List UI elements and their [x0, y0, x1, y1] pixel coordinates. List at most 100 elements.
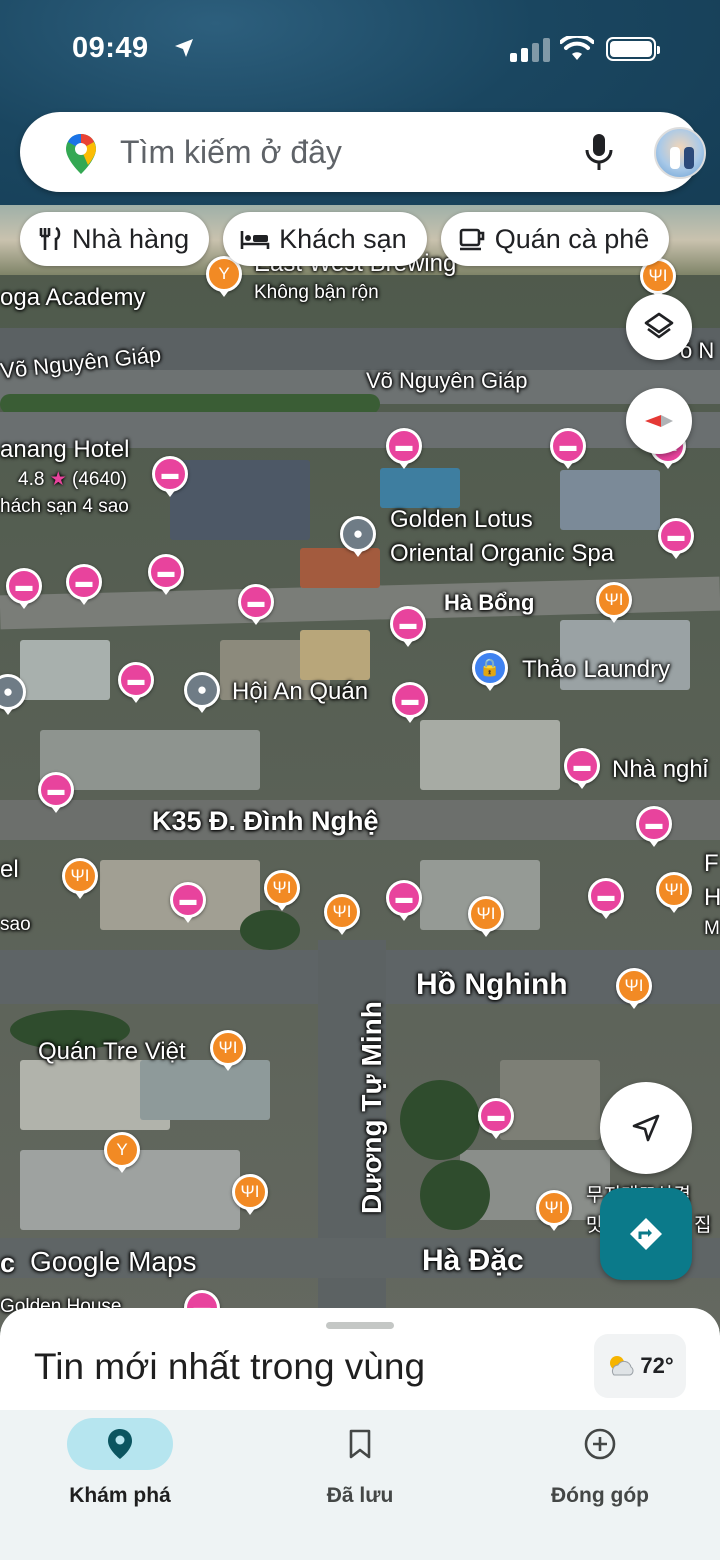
google-maps-logo-icon — [66, 134, 96, 174]
microphone-icon[interactable] — [582, 132, 616, 172]
avatar[interactable] — [654, 127, 706, 179]
bar-pin-icon[interactable]: Y — [104, 1132, 140, 1168]
hotel-pin-icon[interactable]: ▬ — [588, 878, 624, 914]
building — [420, 720, 560, 790]
place-label[interactable]: Thảo Laundry — [522, 656, 670, 684]
hotel-pin-icon[interactable]: ▬ — [386, 880, 422, 916]
restaurant-pin-icon[interactable]: ΨI — [324, 894, 360, 930]
place-label[interactable]: el — [0, 856, 19, 884]
hotel-pin-icon[interactable]: ▬ — [152, 456, 188, 492]
place-pin-icon[interactable]: ● — [184, 672, 220, 708]
hotel-icon — [240, 231, 270, 249]
restaurant-pin-icon[interactable]: ΨI — [210, 1030, 246, 1066]
place-label[interactable]: Nhà nghỉ — [612, 756, 708, 784]
hotel-pin-icon[interactable]: ▬ — [478, 1098, 514, 1134]
restaurant-pin-icon[interactable]: ΨI — [468, 896, 504, 932]
laundry-pin-icon[interactable]: 🔒 — [472, 650, 508, 686]
hotel-pin-icon[interactable]: ▬ — [564, 748, 600, 784]
hotel-pin-icon[interactable]: ▬ — [6, 568, 42, 604]
building — [20, 640, 110, 700]
hotel-pin-icon[interactable]: ▬ — [636, 806, 672, 842]
search-input[interactable]: Tìm kiếm ở đây — [120, 134, 342, 171]
place-label: sao — [0, 914, 31, 935]
place-label[interactable]: oga Academy — [0, 284, 145, 312]
layers-button[interactable] — [626, 294, 692, 360]
restaurant-pin-icon[interactable]: ΨI — [232, 1174, 268, 1210]
building-roof — [300, 548, 380, 588]
chip-hotels[interactable]: Khách sạn — [223, 212, 427, 266]
directions-icon — [630, 1218, 662, 1250]
place-label: F — [704, 850, 719, 877]
restaurant-pin-icon[interactable]: ΨI — [596, 582, 632, 618]
street-label: Dương Tự Minh — [356, 1001, 387, 1214]
street-label: Võ Nguyên Giáp — [366, 368, 528, 393]
trees — [240, 910, 300, 950]
chip-label: Nhà hàng — [72, 223, 190, 254]
bookmark-icon — [349, 1429, 371, 1459]
trees — [420, 1160, 490, 1230]
hotel-pin-icon[interactable]: ▬ — [390, 606, 426, 642]
hotel-reviews: (4640) — [72, 469, 127, 490]
place-label[interactable]: Oriental Organic Spa — [390, 540, 614, 568]
chip-label: Quán cà phê — [494, 223, 650, 254]
restaurant-pin-icon[interactable]: ΨI — [616, 968, 652, 1004]
hotel-pin-icon[interactable]: ▬ — [66, 564, 102, 600]
wifi-icon — [560, 36, 594, 60]
hotel-pin-icon[interactable]: ▬ — [658, 518, 694, 554]
place-label[interactable]: Golden Lotus — [390, 506, 533, 534]
nav-contribute[interactable]: Đóng góp — [510, 1418, 690, 1508]
layers-icon — [644, 312, 674, 339]
building — [500, 1060, 600, 1140]
compass-icon — [645, 415, 673, 427]
chip-restaurants[interactable]: Nhà hàng — [20, 212, 210, 266]
star-icon: ★ — [49, 469, 67, 490]
sheet-title: Tin mới nhất trong vùng — [34, 1346, 426, 1387]
hotel-pin-icon[interactable]: ▬ — [38, 772, 74, 808]
hotel-pin-icon[interactable]: ▬ — [238, 584, 274, 620]
hotel-label[interactable]: anang Hotel — [0, 436, 129, 464]
building — [170, 460, 310, 540]
trees — [400, 1080, 480, 1160]
nav-label: Khám phá — [69, 1484, 171, 1507]
search-bar[interactable]: Tìm kiếm ở đây — [20, 112, 706, 192]
directions-button[interactable] — [600, 1188, 692, 1280]
place-label[interactable]: Hội An Quán — [232, 678, 368, 706]
restaurant-pin-icon[interactable]: ΨI — [264, 870, 300, 906]
chip-label: Khách sạn — [279, 223, 407, 254]
sheet-drag-handle[interactable] — [326, 1322, 394, 1329]
place-label: Không bận rộn — [254, 282, 379, 303]
chip-coffee[interactable]: Quán cà phê — [440, 212, 670, 266]
hotel-pin-icon[interactable]: ▬ — [386, 428, 422, 464]
building-row — [40, 730, 260, 790]
bottom-navigation: Khám phá Đã lưu Đóng góp — [0, 1410, 720, 1560]
hotel-pin-icon[interactable]: ▬ — [392, 682, 428, 718]
location-arrow-icon — [175, 39, 193, 57]
nav-saved[interactable]: Đã lưu — [270, 1418, 450, 1508]
restaurant-pin-icon[interactable]: ΨI — [656, 872, 692, 908]
nav-label: Đã lưu — [326, 1484, 394, 1507]
category-chips: Nhà hàng Khách sạn Quán cà phê — [20, 212, 670, 266]
temperature: 72° — [640, 1353, 674, 1378]
place-label[interactable]: Quán Tre Việt — [38, 1038, 186, 1066]
hotel-pin-icon[interactable]: ▬ — [148, 554, 184, 590]
place-pin-icon[interactable]: ● — [340, 516, 376, 552]
cellular-signal-icon — [510, 38, 550, 62]
clock: 09:49 — [72, 32, 149, 64]
hotel-pin-icon[interactable]: ▬ — [118, 662, 154, 698]
street-label: Hồ Nghinh — [416, 968, 568, 1001]
nav-explore[interactable]: Khám phá — [30, 1418, 210, 1508]
building — [140, 1060, 270, 1120]
compass-button[interactable] — [626, 388, 692, 454]
street-label: Hà Bổng — [444, 590, 535, 615]
hotel-pin-icon[interactable]: ▬ — [550, 428, 586, 464]
my-location-button[interactable] — [600, 1082, 692, 1174]
street-label: K35 Đ. Đình Nghệ — [152, 806, 379, 836]
google-maps-watermark: Google Maps — [30, 1246, 197, 1277]
restaurant-pin-icon[interactable]: ΨI — [536, 1190, 572, 1226]
weather-chip[interactable]: 72° — [594, 1334, 686, 1398]
street-label: Hà Đặc — [422, 1244, 524, 1277]
explore-pin-icon — [108, 1429, 132, 1459]
hotel-pin-icon[interactable]: ▬ — [170, 882, 206, 918]
navigation-arrow-icon — [632, 1114, 660, 1142]
restaurant-pin-icon[interactable]: ΨI — [62, 858, 98, 894]
